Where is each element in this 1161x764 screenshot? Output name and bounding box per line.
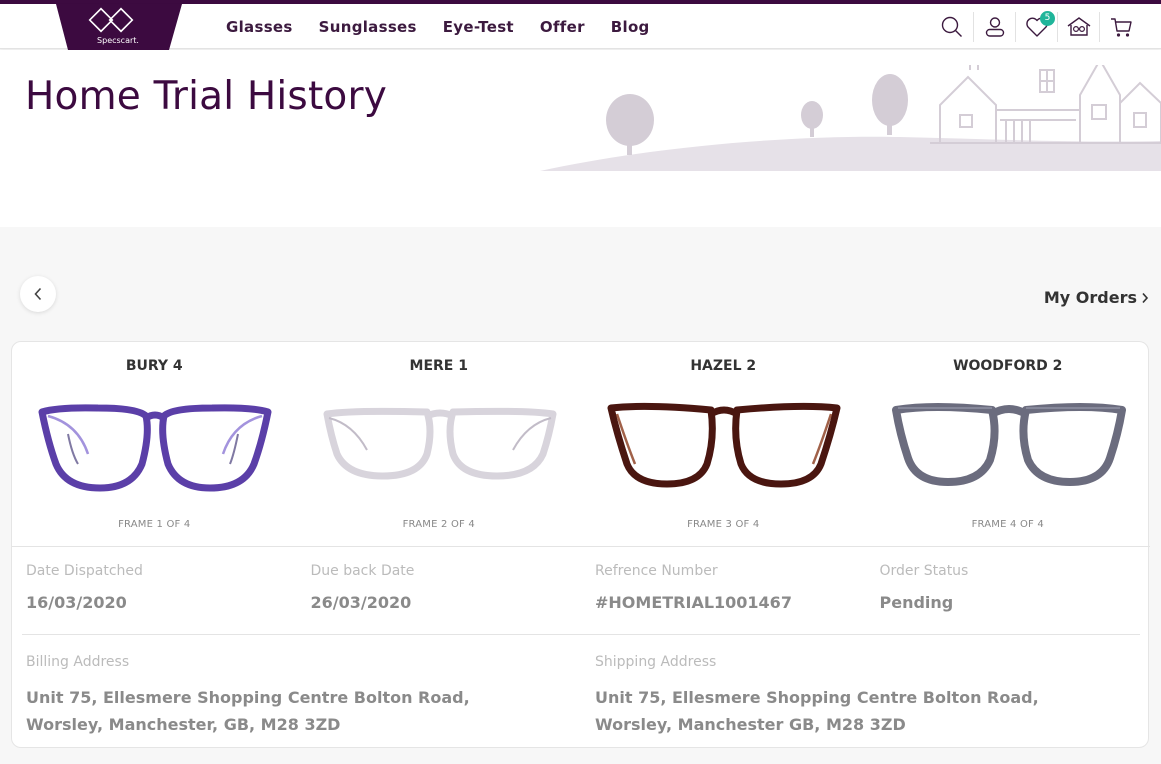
frame-item[interactable]: MERE 1 FRAME 2 OF 4 [297, 342, 582, 546]
town-illustration [540, 65, 1161, 171]
address-details: Billing Address Unit 75, Ellesmere Shopp… [12, 635, 1150, 738]
frame-counter: FRAME 1 OF 4 [118, 519, 191, 530]
glasses-image [607, 402, 841, 488]
detail-value: 16/03/2020 [26, 593, 127, 612]
due-back-date: Due back Date 26/03/2020 [297, 547, 582, 634]
shipping-address: Shipping Address Unit 75, Ellesmere Shop… [581, 635, 1150, 738]
site-header: Specscart. Glasses Sunglasses Eye-Test O… [0, 4, 1161, 50]
heart-icon[interactable]: 5 [1015, 11, 1057, 42]
frame-counter: FRAME 4 OF 4 [971, 519, 1044, 530]
nav-sunglasses[interactable]: Sunglasses [319, 18, 417, 36]
search-icon[interactable] [931, 12, 973, 42]
frame-counter: FRAME 3 OF 4 [687, 519, 760, 530]
frame-counter: FRAME 2 OF 4 [402, 519, 475, 530]
glasses-image [323, 407, 556, 480]
address-value: Unit 75, Ellesmere Shopping Centre Bolto… [595, 688, 1039, 734]
detail-label: Date Dispatched [26, 563, 143, 579]
detail-label: Order Status [879, 563, 969, 579]
frames-list: BURY 4 FRAME 1 OF 4 MERE 1 FRAME 2 OF 4 … [12, 342, 1150, 547]
nav-glasses[interactable]: Glasses [226, 18, 293, 36]
detail-value: Pending [879, 593, 954, 612]
billing-address: Billing Address Unit 75, Ellesmere Shopp… [12, 635, 581, 738]
frame-item[interactable]: WOODFORD 2 FRAME 4 OF 4 [866, 342, 1151, 546]
detail-value: #HOMETRIAL1001467 [595, 593, 792, 612]
frame-item[interactable]: BURY 4 FRAME 1 OF 4 [12, 342, 297, 546]
chevron-right-icon [1142, 292, 1149, 303]
frame-name: BURY 4 [125, 358, 183, 374]
nav-eye-test[interactable]: Eye-Test [443, 18, 514, 36]
cart-icon[interactable] [1099, 12, 1141, 42]
order-status: Order Status Pending [866, 547, 1151, 634]
page-banner: Home Trial History [0, 50, 1161, 227]
address-value: Unit 75, Ellesmere Shopping Centre Bolto… [26, 688, 470, 734]
nav-blog[interactable]: Blog [611, 18, 650, 36]
page-title: Home Trial History [25, 74, 388, 119]
home-trial-card: BURY 4 FRAME 1 OF 4 MERE 1 FRAME 2 OF 4 … [11, 341, 1150, 748]
reference-number: Refrence Number #HOMETRIAL1001467 [581, 547, 866, 634]
frame-name: WOODFORD 2 [953, 358, 1063, 374]
chevron-left-icon [34, 287, 42, 301]
back-button[interactable] [20, 276, 56, 312]
my-orders-link[interactable]: My Orders [1044, 288, 1149, 307]
user-icon[interactable] [973, 12, 1015, 42]
detail-label: Refrence Number [595, 563, 718, 579]
date-dispatched: Date Dispatched 16/03/2020 [12, 547, 297, 634]
header-actions: 5 [931, 11, 1141, 42]
brand-name: Specscart. [97, 36, 139, 45]
brand-logo[interactable]: Specscart. [52, 4, 184, 50]
order-details: Date Dispatched 16/03/2020 Due back Date… [12, 547, 1150, 634]
glasses-image [891, 403, 1126, 486]
address-label: Billing Address [26, 654, 130, 670]
frame-name: MERE 1 [409, 358, 468, 374]
home-trial-icon[interactable] [1057, 12, 1099, 42]
detail-value: 26/03/2020 [310, 593, 412, 612]
detail-label: Due back Date [310, 563, 415, 579]
nav-offer[interactable]: Offer [540, 18, 585, 36]
frame-item[interactable]: HAZEL 2 FRAME 3 OF 4 [581, 342, 866, 546]
address-label: Shipping Address [595, 654, 717, 670]
my-orders-label: My Orders [1043, 288, 1137, 307]
wishlist-count-badge: 5 [1040, 11, 1055, 26]
glasses-image [38, 404, 272, 492]
frame-name: HAZEL 2 [690, 358, 757, 374]
main-nav: Glasses Sunglasses Eye-Test Offer Blog [226, 18, 676, 36]
